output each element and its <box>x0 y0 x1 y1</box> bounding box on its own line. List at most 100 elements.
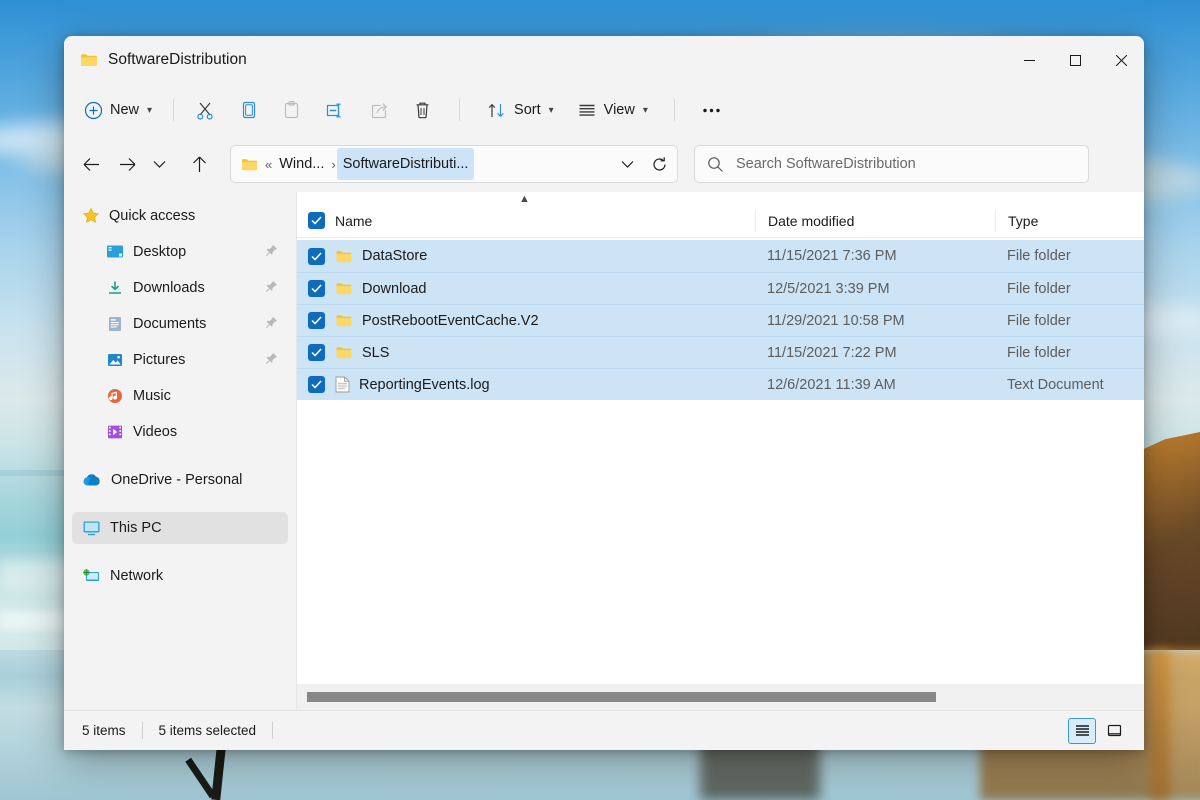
cut-button[interactable] <box>185 91 226 129</box>
chevron-down-icon[interactable]: ▾ <box>549 105 554 116</box>
folder-icon <box>335 281 353 296</box>
select-all-checkbox[interactable] <box>297 212 335 229</box>
documents-icon <box>106 316 124 332</box>
folder-icon <box>80 52 98 68</box>
rename-button[interactable] <box>314 91 357 129</box>
sidebar-item-downloads[interactable]: Downloads <box>72 272 288 304</box>
row-checkbox[interactable] <box>297 280 335 297</box>
sidebar-item-label: Music <box>133 388 171 404</box>
music-icon <box>106 388 124 404</box>
sort-button-label: Sort <box>514 102 541 118</box>
item-count-label: 5 items <box>82 723 126 738</box>
pin-icon[interactable] <box>265 244 278 261</box>
command-bar: New ▾ Sort ▾ View ▾ <box>64 84 1144 136</box>
row-name-cell: DataStore <box>335 248 755 264</box>
sidebar-item-network[interactable]: Network <box>72 560 288 592</box>
checkbox-checked[interactable] <box>307 280 325 297</box>
row-type-cell: Text Document <box>1007 376 1104 393</box>
column-header-name[interactable]: Name <box>335 213 755 229</box>
address-dropdown-icon[interactable] <box>611 148 643 180</box>
see-more-button[interactable] <box>691 91 732 129</box>
minimize-button[interactable] <box>1006 36 1052 84</box>
view-button-label: View <box>603 102 635 118</box>
checkbox-checked[interactable] <box>307 247 325 265</box>
new-button[interactable]: New ▾ <box>76 91 162 129</box>
table-row[interactable]: PostRebootEventCache.V2 11/29/2021 10:58… <box>297 304 1144 336</box>
forward-button[interactable] <box>110 147 144 181</box>
sort-indicator-row: ▲ <box>297 192 1144 205</box>
checkbox-checked[interactable] <box>307 344 325 361</box>
sort-arrows-icon <box>488 103 504 117</box>
pictures-icon <box>106 352 124 368</box>
sidebar-item-pictures[interactable]: Pictures <box>72 344 288 376</box>
checkbox-checked[interactable] <box>307 212 325 229</box>
table-row[interactable]: DataStore 11/15/2021 7:36 PM File folder <box>297 240 1144 272</box>
column-header-type-label: Type <box>1008 212 1039 229</box>
sidebar-item-label: Quick access <box>109 208 196 224</box>
table-row[interactable]: SLS 11/15/2021 7:22 PM File folder <box>297 336 1144 368</box>
close-button[interactable] <box>1098 36 1144 84</box>
up-button[interactable] <box>182 147 216 181</box>
view-button[interactable]: View ▾ <box>566 91 658 129</box>
row-date-cell: 12/5/2021 3:39 PM <box>767 280 890 297</box>
sort-button[interactable]: Sort ▾ <box>476 91 564 129</box>
breadcrumb-overflow[interactable]: « <box>264 157 273 172</box>
details-view-button[interactable] <box>1068 717 1096 744</box>
file-name: Download <box>362 280 427 297</box>
sidebar-item-music[interactable]: Music <box>72 380 288 412</box>
address-bar[interactable]: « Wind... › SoftwareDistributi... <box>230 145 678 183</box>
checkbox-checked[interactable] <box>307 312 325 329</box>
download-icon <box>106 280 124 296</box>
videos-icon <box>106 424 124 440</box>
row-checkbox[interactable] <box>297 376 335 393</box>
chevron-down-icon[interactable]: ▾ <box>147 105 152 116</box>
breadcrumb-segment-current[interactable]: SoftwareDistributi... <box>336 148 475 180</box>
chevron-down-icon[interactable]: ▾ <box>643 105 648 116</box>
pin-icon[interactable] <box>265 352 278 369</box>
checkbox-checked[interactable] <box>307 376 325 393</box>
sidebar-item-quick-access[interactable]: Quick access <box>72 200 288 232</box>
column-header-type[interactable]: Type <box>995 209 1144 232</box>
search-box[interactable] <box>694 145 1089 183</box>
row-name-cell: ReportingEvents.log <box>335 376 755 393</box>
pin-icon[interactable] <box>265 280 278 297</box>
sidebar-item-onedrive[interactable]: OneDrive - Personal <box>72 464 288 496</box>
horizontal-scrollbar[interactable] <box>297 684 1144 710</box>
status-separator <box>141 722 143 739</box>
column-header-name-label: Name <box>335 212 373 229</box>
back-button[interactable] <box>74 147 108 181</box>
search-icon <box>707 156 724 173</box>
table-row[interactable]: Download 12/5/2021 3:39 PM File folder <box>297 272 1144 304</box>
row-checkbox[interactable] <box>297 344 335 361</box>
delete-button[interactable] <box>402 91 443 129</box>
window-title: SoftwareDistribution <box>108 51 247 68</box>
large-icons-view-button[interactable] <box>1100 718 1128 744</box>
trash-icon <box>416 102 429 118</box>
sidebar-item-desktop[interactable]: Desktop <box>72 236 288 268</box>
breadcrumb-separator: › <box>331 156 336 172</box>
refresh-icon[interactable] <box>643 148 675 180</box>
sidebar-item-videos[interactable]: Videos <box>72 416 288 448</box>
pin-icon[interactable] <box>265 316 278 333</box>
file-list-pane: ▲ Name Date modified Type DataStore 11/1… <box>297 192 1144 710</box>
scrollbar-thumb[interactable] <box>307 692 936 702</box>
maximize-button[interactable] <box>1052 36 1098 84</box>
sidebar-item-documents[interactable]: Documents <box>72 308 288 340</box>
navigation-pane: Quick access Desktop Downloads Documents… <box>64 192 297 710</box>
breadcrumb-segment-windows[interactable]: Wind... <box>273 148 330 180</box>
copy-button[interactable] <box>228 91 269 129</box>
search-input[interactable] <box>736 156 1076 172</box>
table-row[interactable]: ReportingEvents.log 12/6/2021 11:39 AM T… <box>297 368 1144 400</box>
text-file-icon <box>335 376 350 393</box>
row-date-cell: 11/15/2021 7:22 PM <box>767 344 897 361</box>
paste-button <box>271 91 312 129</box>
recent-locations-button[interactable] <box>146 147 172 181</box>
row-checkbox[interactable] <box>297 312 335 329</box>
file-explorer-window: SoftwareDistribution New ▾ Sort ▾ View ▾… <box>64 36 1144 750</box>
column-header-date[interactable]: Date modified <box>755 209 995 232</box>
view-toggle-group <box>1068 717 1134 744</box>
row-checkbox[interactable] <box>297 247 335 265</box>
sidebar-item-this-pc[interactable]: This PC <box>72 512 288 544</box>
